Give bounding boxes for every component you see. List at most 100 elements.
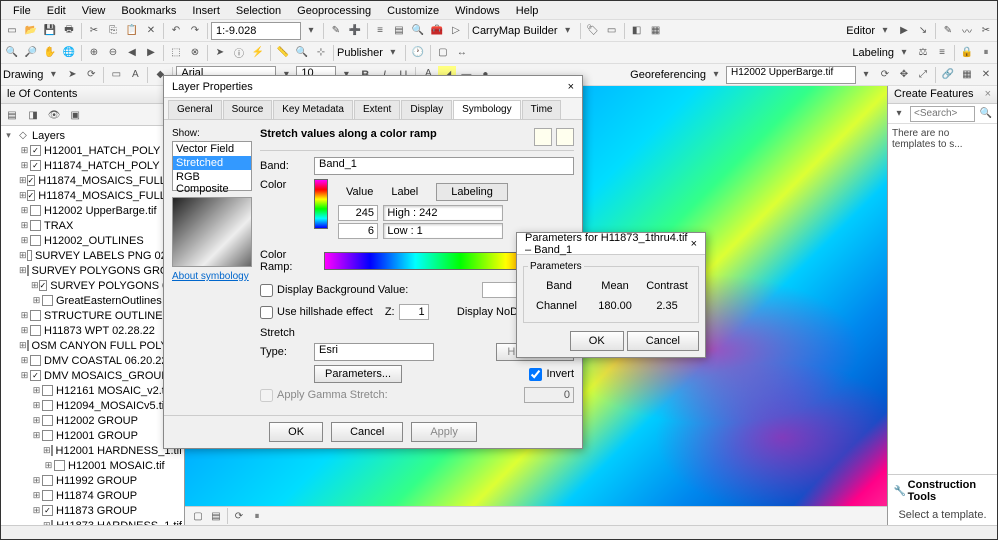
list-by-drawing-icon[interactable]: ▤	[3, 106, 21, 124]
layer-item[interactable]: ⊞✓H11874_MOSAICS_FULL_TIFF	[3, 188, 182, 203]
measure-icon[interactable]: 📏	[274, 44, 292, 62]
undo-icon[interactable]: ↶	[167, 22, 185, 40]
expand-icon[interactable]: ⊞	[31, 475, 42, 486]
clear-sel-icon[interactable]: ⊗	[186, 44, 204, 62]
rect-icon[interactable]: ▭	[107, 66, 125, 84]
visibility-checkbox[interactable]	[42, 475, 53, 486]
show-option[interactable]: RGB Composite	[173, 170, 251, 196]
find-icon[interactable]: 🔍	[293, 44, 311, 62]
tab-time[interactable]: Time	[522, 100, 562, 119]
labeling-button[interactable]: Labeling	[436, 183, 508, 201]
tab-display[interactable]: Display	[401, 100, 452, 119]
editor-toolbar-icon[interactable]: ✎	[327, 22, 345, 40]
catalog-icon[interactable]: ▤	[390, 22, 408, 40]
layer-item[interactable]: ⊞H11873 WPT 02.28.22	[3, 323, 182, 338]
list-by-source-icon[interactable]: ◨	[24, 106, 42, 124]
time-icon[interactable]: 🕐	[409, 44, 427, 62]
open-icon[interactable]: 📂	[22, 22, 40, 40]
search-icon[interactable]: 🔍	[977, 105, 995, 123]
data-view-icon[interactable]: ▢	[189, 507, 207, 525]
carrymap-dropdown[interactable]: CarryMap Builder	[472, 25, 558, 37]
layer-item[interactable]: ⊞H12002 UpperBarge.tif	[3, 203, 182, 218]
layer-item[interactable]: ⊞OSM CANYON FULL POLY 3857_05.2...	[3, 338, 182, 353]
pan-icon[interactable]: ✋	[41, 44, 59, 62]
menu-insert[interactable]: Insert	[184, 3, 228, 17]
layer-item[interactable]: ⊞H12001 HARDNESS_1.tif	[3, 443, 182, 458]
visibility-checkbox[interactable]	[51, 445, 53, 456]
tab-general[interactable]: General	[168, 100, 222, 119]
expand-icon[interactable]: ⊞	[43, 460, 54, 471]
tab-source[interactable]: Source	[223, 100, 273, 119]
window-icon[interactable]: ▢	[434, 44, 452, 62]
georef-layer-select[interactable]: H12002 UpperBarge.tif	[726, 66, 856, 84]
menu-edit[interactable]: Edit	[39, 3, 74, 17]
save-sym-icon[interactable]	[556, 128, 574, 146]
swipe-icon[interactable]: ↔	[453, 44, 471, 62]
georef-dropdown[interactable]: Georeferencing	[630, 69, 706, 81]
cancel-button[interactable]: Cancel	[331, 422, 403, 442]
visibility-checkbox[interactable]	[30, 355, 41, 366]
expand-icon[interactable]: ⊞	[19, 250, 27, 261]
visibility-checkbox[interactable]	[30, 205, 41, 216]
visibility-checkbox[interactable]	[27, 265, 29, 276]
expand-icon[interactable]: ⊞	[19, 205, 30, 216]
layer-item[interactable]: ⊞H11992 GROUP	[3, 473, 182, 488]
sketch-icon[interactable]: ✎	[939, 22, 957, 40]
misc2-icon[interactable]: ▦	[647, 22, 665, 40]
fixed-zoom-in-icon[interactable]: ⊕	[85, 44, 103, 62]
layer-item[interactable]: ⊞✓H11874_MOSAICS_FULL_TIFF	[3, 173, 182, 188]
expand-icon[interactable]: ⊞	[19, 370, 30, 381]
toc-tree[interactable]: ▾◇Layers ⊞✓H12001_HATCH_POLY⊞✓H11874_HAT…	[1, 126, 184, 525]
python-icon[interactable]: ▷	[447, 22, 465, 40]
print-icon[interactable]: 🖶	[60, 22, 78, 40]
label-weight-icon[interactable]: ⚖	[914, 44, 932, 62]
label-low-input[interactable]	[383, 223, 503, 239]
expand-icon[interactable]: ⊞	[19, 220, 30, 231]
labeling-icon[interactable]: 🏷	[584, 22, 602, 40]
visibility-checkbox[interactable]	[30, 220, 41, 231]
lock-icon[interactable]: 🔒	[958, 44, 976, 62]
expand-icon[interactable]: ⊞	[19, 160, 30, 171]
visibility-checkbox[interactable]	[27, 340, 29, 351]
full-extent-icon[interactable]: 🌐	[60, 44, 78, 62]
georef-table-icon[interactable]: ▦	[958, 66, 976, 84]
menu-file[interactable]: File	[5, 3, 39, 17]
value-high-input[interactable]	[338, 205, 378, 221]
hyperlink-icon[interactable]: ⚡	[249, 44, 267, 62]
editor-dropdown[interactable]: Editor	[846, 25, 875, 37]
hillshade-checkbox[interactable]	[260, 306, 273, 319]
visibility-checkbox[interactable]	[27, 250, 33, 261]
visibility-checkbox[interactable]: ✓	[42, 505, 53, 516]
xy-icon[interactable]: ⊹	[312, 44, 330, 62]
layer-item[interactable]: ⊞H11873 HARDNESS_1.tif	[3, 518, 182, 525]
visibility-checkbox[interactable]: ✓	[30, 160, 41, 171]
visibility-checkbox[interactable]	[42, 385, 53, 396]
expand-icon[interactable]: ⊞	[31, 385, 42, 396]
trace-icon[interactable]: 〰	[958, 22, 976, 40]
visibility-checkbox[interactable]	[51, 520, 54, 525]
band-select[interactable]: Band_1	[314, 157, 574, 175]
expand-icon[interactable]: ⊞	[19, 355, 30, 366]
expand-icon[interactable]: ⊞	[43, 445, 51, 456]
delete-icon[interactable]: ✕	[142, 22, 160, 40]
ok-button[interactable]: OK	[570, 331, 624, 351]
menu-view[interactable]: View	[74, 3, 114, 17]
identify-icon[interactable]: ⓘ	[230, 44, 248, 62]
show-option[interactable]: Stretched	[173, 156, 251, 170]
label-mgr-icon[interactable]: ▭	[603, 22, 621, 40]
toolbox-icon[interactable]: 🧰	[428, 22, 446, 40]
menu-help[interactable]: Help	[508, 3, 547, 17]
toc-tabs[interactable]: ▤ ◨ 👁 ▣	[1, 104, 184, 126]
menu-geoprocessing[interactable]: Geoprocessing	[289, 3, 379, 17]
expand-icon[interactable]: ⊞	[19, 310, 30, 321]
show-option[interactable]: Vector Field	[173, 142, 251, 156]
list-by-visibility-icon[interactable]: 👁	[45, 106, 63, 124]
pause-icon[interactable]: ⏸	[248, 507, 266, 525]
z-input[interactable]	[399, 304, 429, 320]
text-icon[interactable]: A	[126, 66, 144, 84]
zoom-out-icon[interactable]: 🔎	[22, 44, 40, 62]
layer-item[interactable]: ⊞STRUCTURE OUTLINES	[3, 308, 182, 323]
layer-item[interactable]: ⊞✓H12001_HATCH_POLY	[3, 143, 182, 158]
layer-item[interactable]: ⊞GreatEasternOutlines	[3, 293, 182, 308]
visibility-checkbox[interactable]	[54, 460, 65, 471]
